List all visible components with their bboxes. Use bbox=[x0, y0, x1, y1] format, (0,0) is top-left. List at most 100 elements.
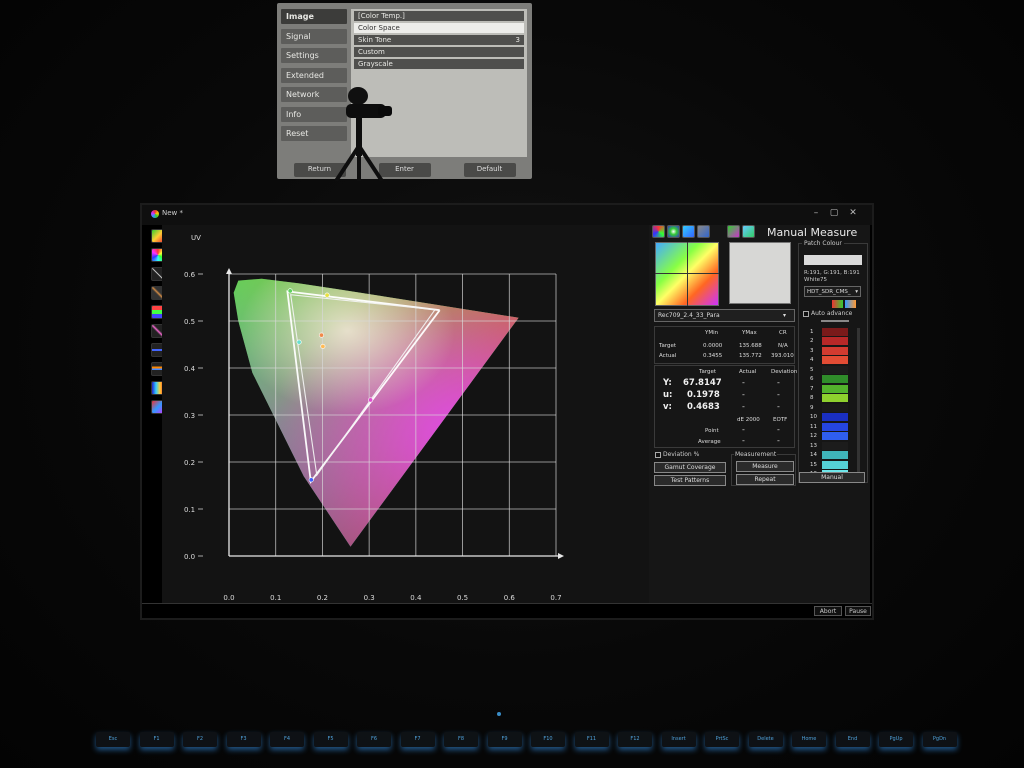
osd-submenu-label: Skin Tone bbox=[358, 36, 392, 44]
osd-submenu-item: Color Space bbox=[354, 23, 524, 33]
eotf-average-value: - bbox=[777, 436, 780, 445]
minimize-button[interactable]: – bbox=[808, 206, 824, 220]
patch-row[interactable]: 9 bbox=[810, 403, 856, 413]
checkbox-icon[interactable] bbox=[655, 451, 661, 458]
patch-row[interactable]: 15 bbox=[810, 460, 856, 470]
patch-row[interactable]: 3 bbox=[810, 346, 856, 356]
keyboard-key: Insert bbox=[661, 732, 696, 747]
cie-uv-chart: 0.0 0.1 0.2 0.3 0.4 0.5 0.6 0.7 0.0 0.1 0.2 0.3 0.4 0… bbox=[184, 234, 564, 602]
grayscale-icon[interactable] bbox=[697, 225, 710, 238]
patch-list-scrollbar[interactable] bbox=[857, 328, 860, 478]
table-header: CR bbox=[779, 330, 787, 336]
keyboard-key: F9 bbox=[487, 732, 522, 747]
table-cell: 0.0000 bbox=[703, 343, 723, 349]
keyboard-key: F5 bbox=[313, 732, 348, 747]
keyboard-key: PgDn bbox=[922, 732, 957, 747]
cie-target-icon[interactable] bbox=[667, 225, 680, 238]
y-tick-label: 0.1 bbox=[184, 506, 195, 514]
table-cell: 393.010 bbox=[771, 353, 794, 359]
laptop-screen: New * – ▢ ✕ 0.0 0.1 0.2 0.3 0.4 0.5 0.6 … bbox=[140, 203, 874, 620]
repeat-button[interactable]: Repeat bbox=[736, 474, 794, 485]
keyboard-key: PrtSc bbox=[705, 732, 739, 747]
manual-button[interactable]: Manual bbox=[799, 472, 865, 483]
patch-row[interactable]: 10 bbox=[810, 413, 856, 423]
patch-nav-next-icon[interactable] bbox=[845, 300, 856, 308]
target-u-value: 0.1978 bbox=[687, 390, 720, 400]
panel-title: Manual Measure bbox=[767, 226, 858, 239]
pause-button[interactable]: Pause bbox=[845, 606, 871, 616]
patch-row[interactable]: 2 bbox=[810, 337, 856, 347]
de-average-value: - bbox=[742, 436, 745, 445]
measure-button[interactable]: Measure bbox=[736, 461, 794, 472]
eotf-point-value: - bbox=[777, 425, 780, 434]
patch-row[interactable]: 13 bbox=[810, 441, 856, 451]
row-label: Point bbox=[705, 428, 719, 434]
delay-slider[interactable] bbox=[821, 320, 849, 322]
y-axis-label: UV bbox=[191, 234, 201, 242]
patch-row[interactable]: 1 bbox=[810, 327, 856, 337]
keyboard-key: F3 bbox=[226, 732, 261, 747]
checkbox-icon[interactable] bbox=[803, 310, 809, 317]
osd-submenu-label: Custom bbox=[358, 48, 385, 56]
patch-colour-group: Patch Colour R:191, G:191, B:191 White75… bbox=[798, 240, 868, 483]
patch-set-dropdown[interactable]: HDT_SDR_CMS_ ▾ bbox=[804, 286, 861, 297]
y-tick-label: 0.4 bbox=[184, 365, 196, 373]
backlit-keyboard: Esc F1 F2 F3 F4 F5 F6 F7 F8 F9 F10 F11 F12 Insert PrtS… bbox=[84, 724, 1024, 768]
patch-row[interactable]: 4 bbox=[810, 356, 856, 366]
y-tick-label: 0.3 bbox=[184, 412, 195, 420]
table-header: EOTF bbox=[773, 417, 788, 423]
patch-row[interactable]: 5 bbox=[810, 365, 856, 375]
auto-advance-toggle[interactable]: Auto advance bbox=[803, 310, 852, 317]
keyboard-key: F12 bbox=[618, 732, 652, 747]
cie-chart-area: 0.0 0.1 0.2 0.3 0.4 0.5 0.6 0.7 0.0 0.1 0.2 0.3 0.4 0… bbox=[162, 225, 650, 603]
patch-number: 12 bbox=[810, 433, 817, 440]
patch-nav-prev-icon[interactable] bbox=[832, 300, 843, 308]
preset-dropdown[interactable]: Rec709_2.4_33_Para ▾ bbox=[654, 309, 795, 322]
close-button[interactable]: ✕ bbox=[845, 206, 861, 220]
patch-number: 2 bbox=[810, 338, 814, 345]
patch-row[interactable]: 7 bbox=[810, 384, 856, 394]
chevron-down-icon: ▾ bbox=[782, 312, 786, 319]
x-tick-label: 0.2 bbox=[317, 594, 328, 602]
osd-submenu-item: Skin Tone 3 bbox=[354, 35, 524, 45]
probe-settings-icon[interactable] bbox=[727, 225, 740, 238]
y-tick-label: 0.6 bbox=[184, 271, 196, 279]
preset-value: Rec709_2.4_33_Para bbox=[658, 312, 720, 319]
row-label: Average bbox=[698, 439, 721, 445]
row-label: v: bbox=[663, 402, 672, 412]
deviation-percent-toggle[interactable]: Deviation % bbox=[655, 451, 699, 458]
maximize-button[interactable]: ▢ bbox=[826, 206, 842, 220]
generator-settings-icon[interactable] bbox=[742, 225, 755, 238]
saturation-sweep-icon[interactable] bbox=[682, 225, 695, 238]
gamut-coverage-button[interactable]: Gamut Coverage bbox=[654, 462, 726, 473]
patch-number: 15 bbox=[810, 461, 817, 468]
measurement-point bbox=[318, 332, 324, 338]
abort-button[interactable]: Abort bbox=[814, 606, 842, 616]
patch-number: 8 bbox=[810, 395, 814, 402]
luminance-table: YMin YMax CR Target 0.0000 135.688 N/A A… bbox=[654, 326, 795, 364]
measurement-group-title: Measurement bbox=[734, 451, 778, 458]
patch-colour-icon[interactable] bbox=[652, 225, 665, 238]
patch-number: 11 bbox=[810, 423, 817, 430]
patch-row[interactable]: 11 bbox=[810, 422, 856, 432]
colorimeter-probe-silhouette bbox=[334, 87, 392, 181]
table-header: YMax bbox=[742, 330, 757, 336]
patch-row[interactable]: 6 bbox=[810, 375, 856, 385]
manual-measure-panel: Manual Measure Rec709_2.4_33_Para ▾ YMin… bbox=[649, 225, 870, 603]
patch-list[interactable]: 12345678910111213141516 bbox=[810, 327, 856, 479]
patch-row[interactable]: 8 bbox=[810, 394, 856, 404]
keyboard-key: F10 bbox=[531, 732, 565, 747]
patch-row[interactable]: 14 bbox=[810, 451, 856, 461]
test-patterns-button[interactable]: Test Patterns bbox=[654, 475, 726, 486]
keyboard-key: Esc bbox=[96, 732, 130, 747]
osd-submenu-label: Grayscale bbox=[358, 60, 393, 68]
osd-menu-item: Signal bbox=[281, 28, 347, 44]
y-axis-arrow bbox=[226, 268, 232, 274]
deviation-v-value: - bbox=[777, 402, 780, 411]
patch-row[interactable]: 12 bbox=[810, 432, 856, 442]
keyboard-key: F8 bbox=[444, 732, 478, 747]
table-cell: 0.3455 bbox=[703, 353, 723, 359]
osd-default-hint: Default bbox=[463, 163, 516, 177]
table-cell: 135.772 bbox=[739, 353, 762, 359]
x-tick-label: 0.5 bbox=[457, 594, 468, 602]
